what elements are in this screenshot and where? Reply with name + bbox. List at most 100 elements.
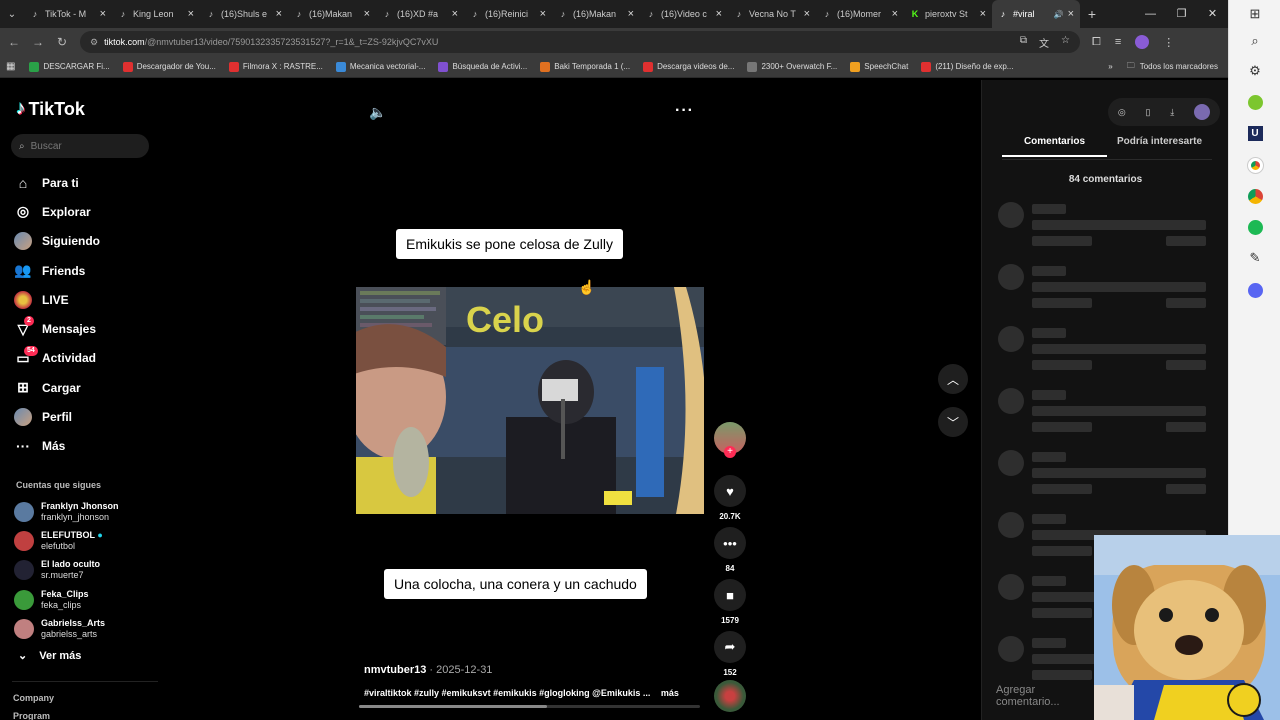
sidebar-item-live[interactable]: LIVE bbox=[14, 285, 164, 314]
sidebar-item-explorar[interactable]: ◎ Explorar bbox=[14, 197, 164, 226]
close-tab-icon[interactable]: × bbox=[892, 8, 898, 20]
share-button[interactable]: ➦ 152 bbox=[714, 631, 746, 677]
close-tab-icon[interactable]: × bbox=[716, 8, 722, 20]
music-disc-button[interactable] bbox=[714, 680, 746, 712]
bookmark-star-icon[interactable]: ☆ bbox=[1061, 35, 1070, 50]
creator-avatar-button[interactable]: + bbox=[714, 422, 746, 458]
apps-grid-icon[interactable]: ▦ bbox=[6, 61, 15, 72]
see-more-button[interactable]: ⌄ Ver más bbox=[18, 649, 81, 663]
sidebar-item-perfil[interactable]: Perfil bbox=[14, 402, 164, 431]
sidebar-item-mensajes[interactable]: ▽ Mensajes 2 bbox=[14, 314, 164, 343]
download-icon[interactable]: ⤓ bbox=[1170, 107, 1174, 118]
video-frame[interactable]: Celo bbox=[356, 287, 704, 514]
close-tab-icon[interactable]: × bbox=[540, 8, 546, 20]
discord-icon[interactable] bbox=[1246, 281, 1264, 299]
bookmark-item[interactable]: Descargador de You... bbox=[122, 61, 216, 72]
search-input[interactable]: ⌕ Buscar bbox=[11, 134, 149, 158]
chrome-profile-icon[interactable] bbox=[1246, 187, 1264, 205]
browser-tab[interactable]: ♪ TikTok - M × bbox=[24, 0, 112, 28]
following-account[interactable]: ELEFUTBOL ● elefutbol bbox=[14, 526, 164, 555]
address-bar[interactable]: ⚙ tiktok.com /@nmvtuber13/video/75901323… bbox=[80, 31, 1080, 53]
bookmark-item[interactable]: Baki Temporada 1 (... bbox=[540, 61, 630, 72]
close-tab-icon[interactable]: × bbox=[276, 8, 282, 20]
bookmark-item[interactable]: Búsqueda de Activi... bbox=[438, 61, 527, 72]
like-button[interactable]: ♥ 20.7K bbox=[714, 475, 746, 521]
close-tab-icon[interactable]: × bbox=[100, 8, 106, 20]
maximize-icon[interactable]: ❐ bbox=[1166, 0, 1197, 28]
bookmark-item[interactable]: (211) Diseño de exp... bbox=[921, 61, 1013, 72]
translate-icon[interactable]: 文 bbox=[1039, 35, 1049, 50]
browser-tab[interactable]: ♪ (16)Shuls e × bbox=[200, 0, 288, 28]
following-account[interactable]: Franklyn Jhonson franklyn_jhonson bbox=[14, 497, 164, 526]
speed-icon[interactable]: ◎ bbox=[1118, 107, 1126, 118]
save-button[interactable]: ■ 1579 bbox=[714, 579, 746, 625]
speaker-icon[interactable]: 🔊 bbox=[1054, 10, 1064, 19]
all-bookmarks-folder[interactable]: 🗀 Todos los marcadores bbox=[1127, 60, 1218, 74]
chrome-icon[interactable] bbox=[1246, 156, 1264, 174]
sidebar-item-friends[interactable]: 👥 Friends bbox=[14, 256, 164, 285]
hashtags-text[interactable]: #viraltiktok #zully #emikuksvt #emikukis… bbox=[364, 688, 650, 698]
sidebar-item-parati[interactable]: ⌂ Para ti bbox=[14, 168, 164, 197]
close-window-icon[interactable]: ✕ bbox=[1197, 0, 1228, 28]
browser-tab[interactable]: ♪ Vecna No T × bbox=[728, 0, 816, 28]
volume-icon[interactable]: 🔈 bbox=[369, 104, 386, 121]
tab-search-icon[interactable]: ⌄ bbox=[0, 0, 24, 28]
spotify-icon[interactable] bbox=[1246, 218, 1264, 236]
reload-icon[interactable]: ↻ bbox=[50, 35, 74, 49]
browser-tab[interactable]: ♪ (16)Makan × bbox=[288, 0, 376, 28]
user-avatar[interactable] bbox=[1194, 104, 1211, 120]
more-description-link[interactable]: más bbox=[661, 688, 679, 698]
search-icon[interactable]: ⌕ bbox=[1246, 32, 1264, 50]
footer-link-company[interactable]: Company bbox=[13, 693, 54, 703]
following-account[interactable]: Feka_Clips feka_clips bbox=[14, 585, 164, 614]
close-tab-icon[interactable]: × bbox=[980, 8, 986, 20]
comment-button[interactable]: ••• 84 bbox=[714, 527, 746, 573]
bookmarks-overflow-icon[interactable]: » bbox=[1108, 62, 1112, 71]
next-video-chevron-down-icon[interactable]: ﹀ bbox=[938, 407, 968, 437]
pen-app-icon[interactable]: ✎ bbox=[1246, 249, 1264, 267]
following-account[interactable]: Gabrielss_Arts gabrielss_arts bbox=[14, 614, 164, 643]
close-tab-icon[interactable]: × bbox=[628, 8, 634, 20]
close-tab-icon[interactable]: × bbox=[364, 8, 370, 20]
browser-menu-icon[interactable]: ⋮ bbox=[1163, 36, 1174, 49]
video-progress-bar[interactable] bbox=[359, 705, 700, 708]
tiktok-logo[interactable]: ♪ TikTok bbox=[16, 98, 85, 120]
footer-link-program[interactable]: Program bbox=[13, 711, 50, 720]
previous-video-chevron-up-icon[interactable]: ︿ bbox=[938, 364, 968, 394]
browser-tab[interactable]: ♪ #viral 🔊 × bbox=[992, 0, 1080, 28]
browser-tab[interactable]: ♪ (16)Reinici × bbox=[464, 0, 552, 28]
browser-tab[interactable]: ♪ (16)XD #a × bbox=[376, 0, 464, 28]
sidebar-item-actividad[interactable]: ▭ Actividad 54 bbox=[14, 344, 164, 373]
browser-tab[interactable]: ♪ (16)Momer × bbox=[816, 0, 904, 28]
close-tab-icon[interactable]: × bbox=[1068, 8, 1074, 20]
media-control-icon[interactable]: ≡ bbox=[1115, 36, 1121, 48]
extensions-icon[interactable]: ⧠ bbox=[1092, 36, 1101, 49]
mini-player-icon[interactable]: ▯ bbox=[1146, 107, 1151, 118]
settings-gear-icon[interactable]: ⚙ bbox=[1246, 62, 1264, 80]
cloud-app-icon[interactable] bbox=[1246, 93, 1264, 111]
u-app-icon[interactable]: U bbox=[1246, 124, 1264, 142]
follow-plus-icon[interactable]: + bbox=[724, 446, 736, 458]
bookmark-item[interactable]: SpeechChat bbox=[850, 61, 908, 72]
bookmark-item[interactable]: DESCARGAR Fi... bbox=[29, 61, 110, 72]
browser-tab[interactable]: ♪ King Leon × bbox=[112, 0, 200, 28]
bookmark-item[interactable]: Mecanica vectorial-... bbox=[335, 61, 425, 72]
close-tab-icon[interactable]: × bbox=[452, 8, 458, 20]
browser-tab[interactable]: Kpieroxtv St × bbox=[904, 0, 992, 28]
back-icon[interactable]: ← bbox=[2, 35, 26, 49]
sidebar-item-siguiendo[interactable]: Siguiendo bbox=[14, 227, 164, 256]
forward-icon[interactable]: → bbox=[26, 35, 50, 49]
windows-logo-icon[interactable]: ⊞ bbox=[1246, 5, 1264, 23]
minimize-icon[interactable]: — bbox=[1135, 0, 1166, 28]
following-account[interactable]: El lado oculto sr.muerte7 bbox=[14, 556, 164, 585]
close-tab-icon[interactable]: × bbox=[188, 8, 194, 20]
bookmark-item[interactable]: 2300+ Overwatch F... bbox=[747, 61, 837, 72]
close-tab-icon[interactable]: × bbox=[804, 8, 810, 20]
site-info-icon[interactable]: ⚙ bbox=[90, 37, 98, 48]
author-handle[interactable]: nmvtuber13 bbox=[364, 664, 426, 676]
new-tab-button[interactable]: + bbox=[1080, 6, 1104, 22]
sidebar-item-ms[interactable]: ··· Más bbox=[14, 432, 164, 461]
tab-interesting[interactable]: Podría interesarte bbox=[1107, 136, 1212, 157]
tab-comments[interactable]: Comentarios bbox=[1002, 136, 1107, 157]
bookmark-item[interactable]: Descarga videos de... bbox=[643, 61, 734, 72]
